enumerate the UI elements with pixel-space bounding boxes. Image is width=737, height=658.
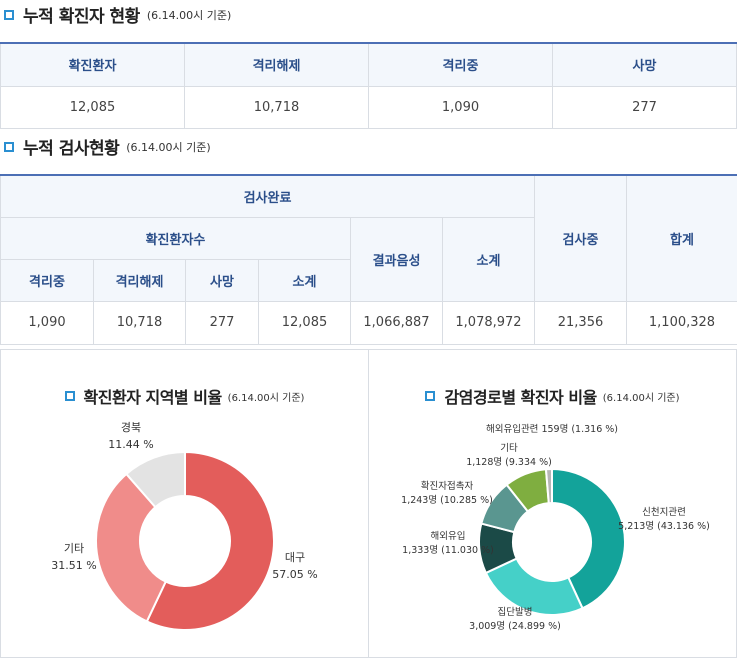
value-death: 277 xyxy=(552,85,737,129)
value-isolating: 1,090 xyxy=(0,300,94,345)
slice-label-name: 해외유입 xyxy=(431,530,466,542)
section-title: 누적 확진자 현황 xyxy=(23,7,140,27)
region-donut-chart: 대구 57.05 % 기타 31.51 % 경북 11.44 % xyxy=(51,421,318,631)
header-isolating: 격리중 xyxy=(368,42,553,87)
slice-label-name: 대구 xyxy=(285,551,305,564)
slice-label: 신천지관련 5,213명 (43.136 %) xyxy=(618,507,710,532)
value-released: 10,718 xyxy=(93,300,186,345)
value-isolating: 1,090 xyxy=(368,85,553,129)
slice-label-value: 31.51 % xyxy=(51,559,96,572)
value-confirmed-subtotal: 12,085 xyxy=(258,300,351,345)
value-total: 1,100,328 xyxy=(626,300,737,345)
slice-label-value: 1,243명 (10.285 %) xyxy=(401,495,493,506)
header-total: 합계 xyxy=(626,174,737,302)
header-released: 격리해제 xyxy=(93,258,186,302)
slice-label-value: 5,213명 (43.136 %) xyxy=(618,521,710,532)
header-confirmed-count: 확진환자수 xyxy=(0,216,351,260)
value-death: 277 xyxy=(185,300,259,345)
bullet-square-icon xyxy=(4,141,14,152)
section-subtitle: (6.14.00시 기준) xyxy=(146,8,232,22)
region-ratio-panel: 확진환자 지역별 비율 (6.14.00시 기준) 대구 57.05 % 기타 31.… xyxy=(0,349,369,658)
header-death: 사망 xyxy=(185,258,259,302)
header-confirmed-subtotal: 소계 xyxy=(258,258,351,302)
slice-label-value: 57.05 % xyxy=(272,568,317,581)
slice-label-name: 기타 xyxy=(500,443,518,454)
header-death: 사망 xyxy=(552,42,737,87)
route-ratio-panel: 감염경로별 확진자 비율 (6.14.00시 기준) 신천지관련 5,213명 (… xyxy=(368,349,737,658)
value-subtotal: 1,078,972 xyxy=(442,300,535,345)
header-isolating: 격리중 xyxy=(0,258,94,302)
slice-label-value: 3,009명 (24.899 %) xyxy=(469,621,561,632)
cumulative-tests-table: 검사완료 검사중 합계 확진환자수 결과음성 소계 격리중 격리해제 사망 소계… xyxy=(0,174,737,345)
value-confirmed: 12,085 xyxy=(0,85,185,129)
cumulative-cases-title: 누적 확진자 현황 (6.14.00시 기준) xyxy=(4,2,231,27)
slice-label-name: 집단발병 xyxy=(498,606,533,618)
header-subtotal: 소계 xyxy=(442,216,535,302)
header-released: 격리해제 xyxy=(184,42,369,87)
slice-label: 확진자접촉자 1,243명 (10.285 %) xyxy=(401,480,493,506)
slice-label-value: 1,333명 (11.030 %) xyxy=(402,545,494,556)
section-title: 누적 검사현황 xyxy=(23,139,120,159)
slice-label: 대구 57.05 % xyxy=(272,551,317,581)
slice-label-name: 기타 xyxy=(64,542,84,555)
slice-label-value: 1,128명 (9.334 %) xyxy=(466,457,552,468)
slice-label: 기타 31.51 % xyxy=(51,542,96,572)
header-test-done: 검사완료 xyxy=(0,174,535,218)
slice-label: 기타 1,128명 (9.334 %) xyxy=(466,443,552,468)
slice-label-name: 경북 xyxy=(121,421,141,434)
cumulative-tests-title: 누적 검사현황 (6.14.00시 기준) xyxy=(4,134,211,159)
slice-label: 해외유입관련 159명 (1.316 %) xyxy=(486,423,618,435)
cumulative-cases-table: 확진환자 격리해제 격리중 사망 12,085 10,718 1,090 277 xyxy=(0,42,737,129)
slice-label-value: 11.44 % xyxy=(108,438,153,451)
header-testing: 검사중 xyxy=(534,174,627,302)
slice-label-text: 해외유입관련 159명 (1.316 %) xyxy=(486,423,618,435)
value-testing: 21,356 xyxy=(534,300,627,345)
slice-label: 경북 11.44 % xyxy=(108,421,153,451)
value-released: 10,718 xyxy=(184,85,369,129)
route-donut-chart: 신천지관련 5,213명 (43.136 %) 집단발병 3,009명 (24.899… xyxy=(401,423,710,632)
slice-label-name: 신천지관련 xyxy=(642,507,686,518)
value-negative: 1,066,887 xyxy=(350,300,443,345)
header-negative: 결과음성 xyxy=(350,216,443,302)
slice-label-name: 확진자접촉자 xyxy=(421,480,474,492)
bullet-square-icon xyxy=(4,9,14,20)
section-subtitle: (6.14.00시 기준) xyxy=(126,140,211,154)
header-confirmed: 확진환자 xyxy=(0,42,185,87)
